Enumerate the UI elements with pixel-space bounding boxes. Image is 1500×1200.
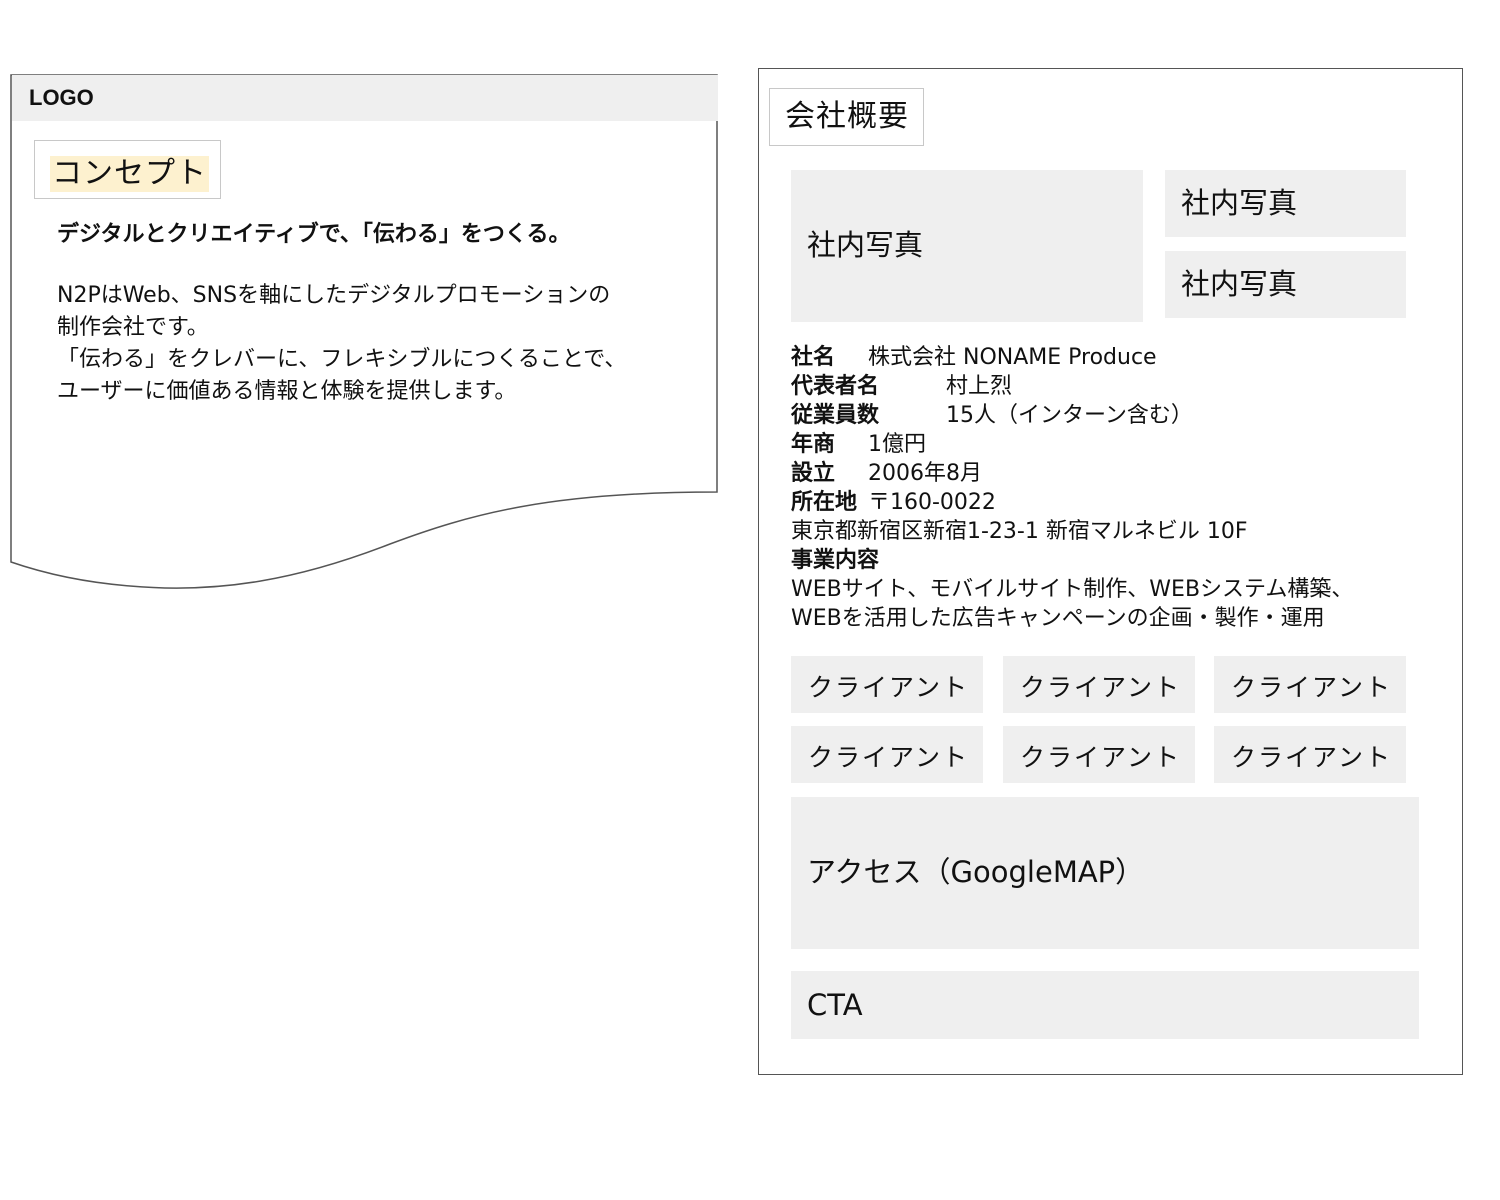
client-label: クライアント bbox=[808, 743, 970, 772]
info-business-line: WEBを活用した広告キャンペーンの企画・製作・運用 bbox=[791, 606, 1325, 631]
info-row-business: 事業内容 bbox=[791, 546, 1353, 575]
cta-button[interactable]: CTA bbox=[791, 971, 1419, 1039]
company-overview-panel: 会社概要 社内写真 社内写真 社内写真 社名 株式会社 NONAME Produ… bbox=[758, 68, 1463, 1075]
client-logo[interactable]: クライアント bbox=[1214, 726, 1406, 783]
info-key: 設立 bbox=[791, 461, 836, 486]
office-photo-large: 社内写真 bbox=[791, 170, 1143, 322]
concept-title: コンセプト bbox=[50, 156, 209, 192]
access-map[interactable]: アクセス（GoogleMAP） bbox=[791, 797, 1419, 949]
client-label: クライアント bbox=[808, 673, 970, 702]
client-logo[interactable]: クライアント bbox=[791, 726, 983, 783]
concept-body-line: 「伝わる」をクレバーに、フレキシブルにつくることで、 bbox=[57, 347, 627, 372]
concept-heading: デジタルとクリエイティブで、「伝わる」をつくる。 bbox=[57, 222, 571, 247]
info-value: 15人（インターン含む） bbox=[946, 403, 1193, 428]
concept-title-box: コンセプト bbox=[34, 140, 221, 199]
info-row-representative: 代表者名 村上烈 bbox=[791, 372, 1353, 401]
concept-body: N2PはWeb、SNSを軸にしたデジタルプロモーションの 制作会社です。 「伝わ… bbox=[57, 280, 687, 408]
info-row-company-name: 社名 株式会社 NONAME Produce bbox=[791, 343, 1353, 372]
concept-panel: LOGO コンセプト デジタルとクリエイティブで、「伝わる」をつくる。 N2Pは… bbox=[10, 74, 718, 594]
client-label: クライアント bbox=[1231, 673, 1393, 702]
client-logo[interactable]: クライアント bbox=[791, 656, 983, 713]
office-photo-label: 社内写真 bbox=[807, 228, 924, 262]
info-key: 社名 bbox=[791, 345, 836, 370]
info-key: 事業内容 bbox=[791, 548, 880, 573]
info-key: 所在地 bbox=[791, 490, 858, 515]
info-key: 年商 bbox=[791, 432, 836, 457]
client-label: クライアント bbox=[1020, 743, 1182, 772]
client-logo[interactable]: クライアント bbox=[1214, 656, 1406, 713]
client-logo[interactable]: クライアント bbox=[1003, 726, 1195, 783]
access-map-label: アクセス（GoogleMAP） bbox=[807, 855, 1145, 889]
info-value: 株式会社 NONAME Produce bbox=[868, 345, 1157, 370]
info-row-address: 所在地 〒160-0022 bbox=[791, 488, 1353, 517]
company-info: 社名 株式会社 NONAME Produce 代表者名 村上烈 従業員数 15人… bbox=[791, 343, 1353, 633]
cta-label: CTA bbox=[807, 988, 863, 1022]
info-row-employees: 従業員数 15人（インターン含む） bbox=[791, 401, 1353, 430]
info-row-established: 設立 2006年8月 bbox=[791, 459, 1353, 488]
info-key: 従業員数 bbox=[791, 403, 880, 428]
client-logo[interactable]: クライアント bbox=[1003, 656, 1195, 713]
info-key: 代表者名 bbox=[791, 374, 880, 399]
info-value: 〒160-0022 bbox=[868, 490, 996, 515]
info-value: 村上烈 bbox=[946, 374, 1013, 399]
client-label: クライアント bbox=[1231, 743, 1393, 772]
section-title: 会社概要 bbox=[785, 99, 909, 134]
section-title-box: 会社概要 bbox=[769, 88, 924, 146]
office-photo-label: 社内写真 bbox=[1181, 186, 1298, 220]
info-row-revenue: 年商 1億円 bbox=[791, 430, 1353, 459]
info-business-line: WEBサイト、モバイルサイト制作、WEBシステム構築、 bbox=[791, 577, 1354, 602]
info-value: 2006年8月 bbox=[868, 461, 982, 486]
concept-body-line: N2PはWeb、SNSを軸にしたデジタルプロモーションの bbox=[57, 283, 611, 308]
info-value: 1億円 bbox=[868, 432, 926, 457]
logo[interactable]: LOGO bbox=[29, 85, 94, 111]
office-photo-small: 社内写真 bbox=[1165, 251, 1406, 318]
office-photo-label: 社内写真 bbox=[1181, 267, 1298, 301]
concept-body-line: ユーザーに価値ある情報と体験を提供します。 bbox=[57, 379, 517, 404]
concept-body-line: 制作会社です。 bbox=[57, 315, 209, 340]
client-label: クライアント bbox=[1020, 673, 1182, 702]
header-bar: LOGO bbox=[12, 75, 718, 121]
office-photo-small: 社内写真 bbox=[1165, 170, 1406, 237]
info-address-line: 東京都新宿区新宿1-23-1 新宿マルネビル 10F bbox=[791, 519, 1248, 544]
